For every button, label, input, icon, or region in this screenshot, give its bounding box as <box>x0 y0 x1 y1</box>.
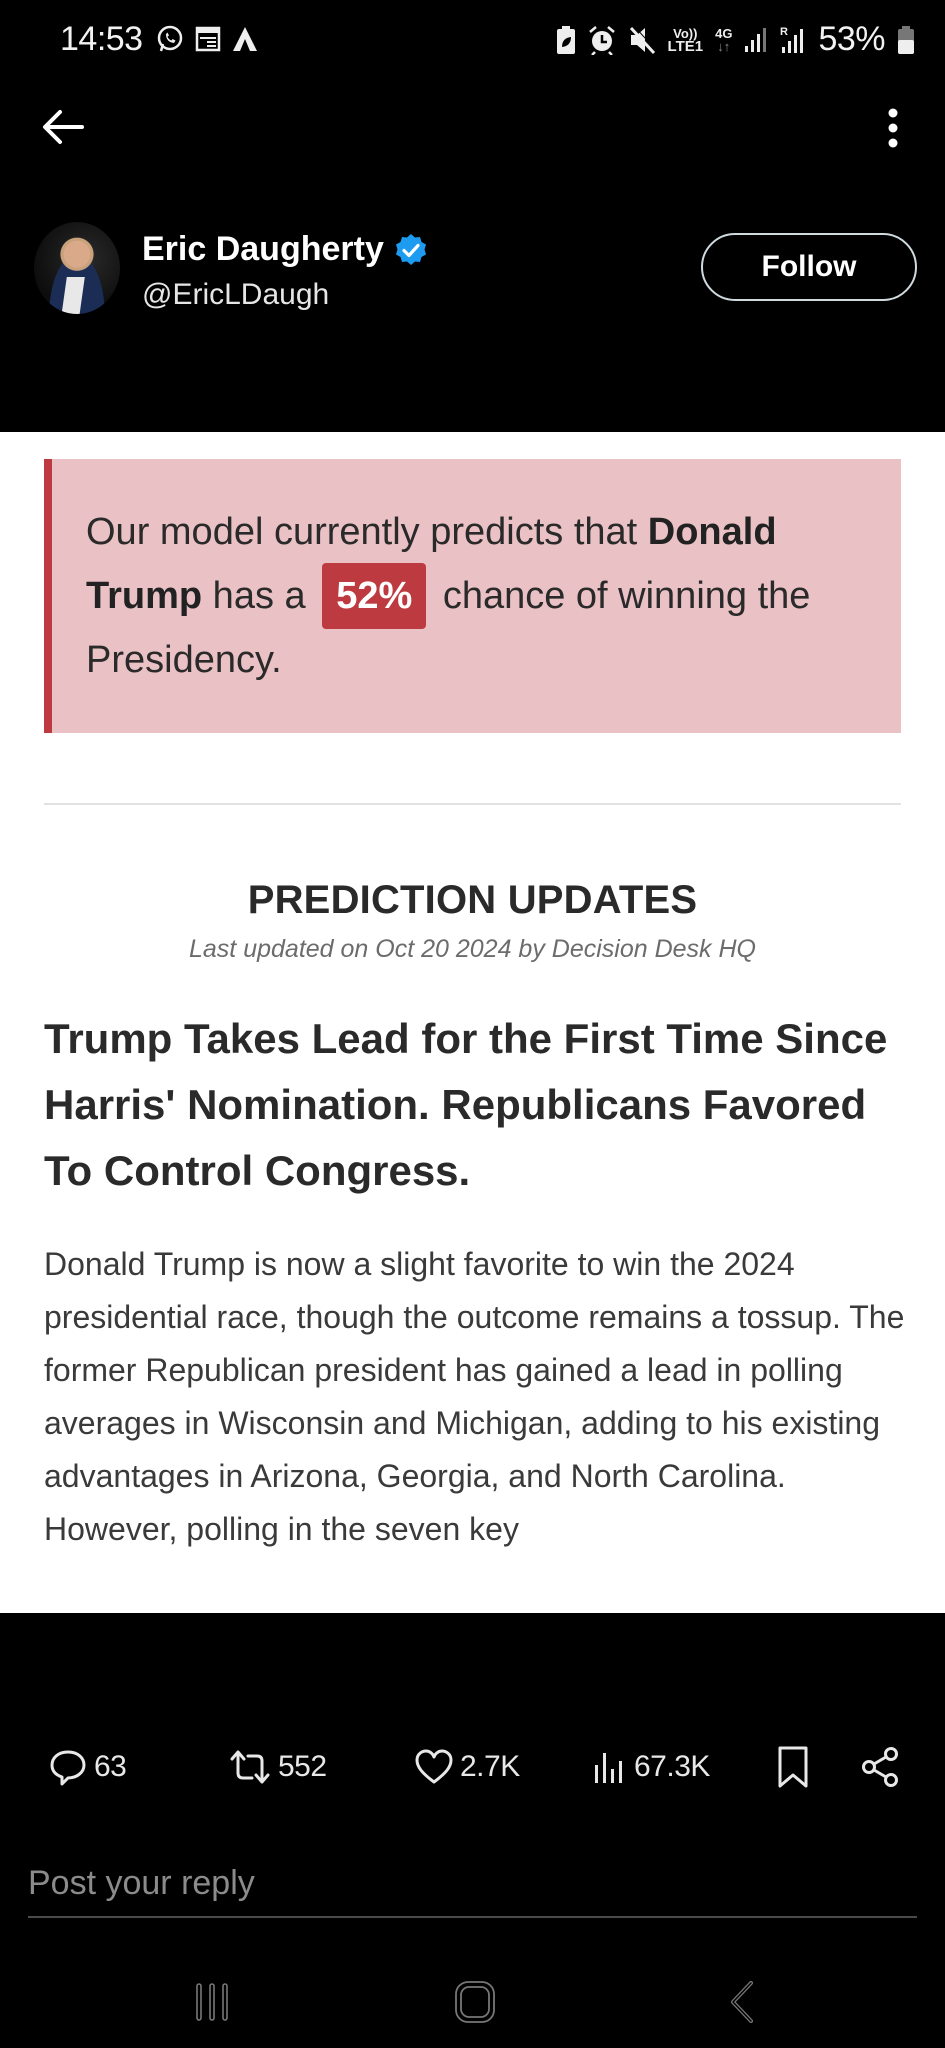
views-chart-icon <box>595 1753 622 1783</box>
roaming-signal-icon: R <box>780 26 804 53</box>
repost-count: 552 <box>278 1750 327 1783</box>
share-icon <box>862 1747 898 1787</box>
4g-data-icon: 4G ↓↑ <box>715 25 733 54</box>
recent-apps-icon <box>196 1983 228 2021</box>
like-button[interactable]: 2.7K <box>414 1735 520 1799</box>
status-right-icons: Vo)) LTE1 4G ↓↑ R 53% <box>556 20 915 59</box>
views-count: 67.3K <box>634 1750 710 1783</box>
verified-badge-icon <box>395 233 426 265</box>
article-headline: Trump Takes Lead for the First Time Sinc… <box>44 1015 888 1194</box>
back-icon <box>731 1981 753 2023</box>
avatar[interactable] <box>34 222 120 314</box>
repost-icon <box>230 1750 270 1784</box>
calendar-news-icon <box>195 26 221 52</box>
follow-button[interactable]: Follow <box>701 233 917 301</box>
battery-saver-icon <box>556 25 575 54</box>
views-button[interactable]: 67.3K <box>592 1735 710 1799</box>
win-probability-badge: 52% <box>322 563 427 629</box>
battery-percent: 53% <box>818 20 885 58</box>
article-body: Donald Trump is now a slight favorite to… <box>44 1246 905 1547</box>
reply-button[interactable]: 63 <box>48 1735 127 1799</box>
reply-input[interactable] <box>28 1850 917 1916</box>
reply-composer <box>28 1850 917 1920</box>
home-icon <box>455 1981 495 2023</box>
section-subtitle: Last updated on Oct 20 2024 by Decision … <box>189 935 756 963</box>
whatsapp-icon <box>157 25 183 52</box>
post-author: Eric Daugherty @EricLDaugh Follow <box>0 220 945 320</box>
top-bar <box>0 95 945 165</box>
mute-icon <box>629 25 656 54</box>
reply-icon <box>50 1750 86 1786</box>
status-time: 14:53 <box>60 20 143 58</box>
more-vertical-icon <box>888 108 898 148</box>
reply-underline <box>28 1916 917 1918</box>
like-count: 2.7K <box>460 1750 520 1783</box>
battery-icon <box>898 25 914 54</box>
status-bar: 14:53 Vo)) LTE1 4G ↓↑ R 53% <box>0 0 945 84</box>
volte-icon: Vo)) LTE1 <box>667 25 704 55</box>
author-handle[interactable]: @EricLDaugh <box>142 278 329 312</box>
post-actions: 63 552 2.7K 67.3K <box>0 1735 945 1799</box>
author-name[interactable]: Eric Daugherty <box>142 230 384 269</box>
bookmark-icon <box>778 1746 808 1788</box>
divider <box>44 803 901 805</box>
svg-text:R: R <box>780 26 788 38</box>
back-button[interactable] <box>40 107 90 147</box>
callout-text: Our model currently predicts that Donald… <box>86 511 811 681</box>
reply-count: 63 <box>94 1750 127 1783</box>
prediction-callout: Our model currently predicts that Donald… <box>44 459 901 733</box>
more-options-button[interactable] <box>881 103 905 153</box>
home-button[interactable] <box>445 1972 505 2032</box>
signal-icon <box>745 27 767 52</box>
heart-icon <box>415 1749 453 1784</box>
repost-button[interactable]: 552 <box>228 1735 327 1799</box>
post-image[interactable]: Our model currently predicts that Donald… <box>0 432 945 1613</box>
back-arrow-icon <box>43 110 84 144</box>
section-title: PREDICTION UPDATES <box>247 878 698 922</box>
author-name-row[interactable]: Eric Daugherty <box>142 230 428 269</box>
system-back-button[interactable] <box>712 1972 772 2032</box>
system-nav-bar <box>0 1960 945 2048</box>
bookmark-button[interactable] <box>776 1735 810 1799</box>
status-left-icons <box>155 24 259 54</box>
alarm-icon <box>588 25 615 55</box>
recent-apps-button[interactable] <box>182 1972 242 2032</box>
arrow-app-icon <box>233 27 257 51</box>
share-button[interactable] <box>860 1735 900 1799</box>
